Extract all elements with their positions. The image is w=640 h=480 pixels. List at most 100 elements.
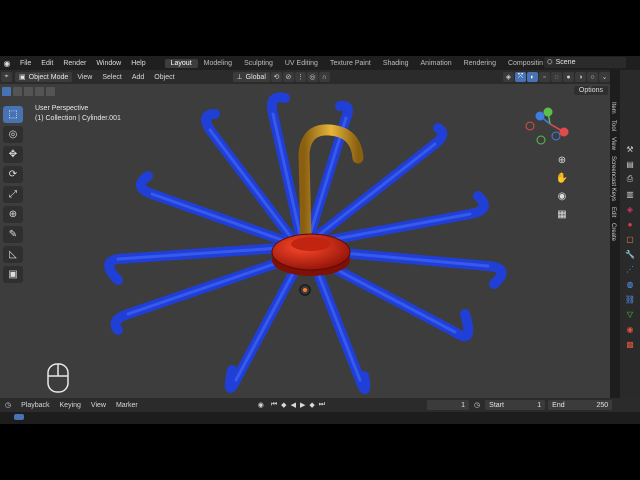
arm-9 [110, 255, 291, 335]
menu-help[interactable]: Help [126, 60, 150, 67]
world-properties-icon[interactable]: ● [625, 219, 635, 229]
n-tab-screencast-keys[interactable]: Screencast Keys [610, 156, 616, 201]
scene-properties-icon[interactable]: ◈ [625, 204, 635, 214]
cursor-tool-icon[interactable]: ◎ [3, 126, 23, 143]
timeline-scrubber[interactable] [0, 412, 640, 424]
workspace-tab-animation[interactable]: Animation [415, 59, 458, 68]
workspace-tab-uv-editing[interactable]: UV Editing [279, 59, 324, 68]
menu-edit[interactable]: Edit [36, 60, 58, 67]
particles-icon[interactable]: ⋰ [625, 264, 635, 274]
menu-render[interactable]: Render [58, 60, 91, 67]
menu-window[interactable]: Window [91, 60, 126, 67]
auto-keying-icon[interactable]: ◉ [253, 401, 269, 409]
workspace-tab-layout[interactable]: Layout [164, 58, 198, 68]
3d-viewport[interactable]: Options User Perspective (1) Collection … [0, 84, 616, 398]
menu-keying[interactable]: Keying [55, 402, 86, 409]
timeline-header: ◷ Playback Keying View Marker ◉ ⏮ ◆ ◀ ▶ … [0, 398, 640, 412]
jump-end-icon[interactable]: ⏭ [317, 401, 327, 409]
n-tab-tool[interactable]: Tool [610, 120, 616, 131]
scale-tool-icon[interactable]: ⤢ [3, 186, 23, 203]
n-tab-edit[interactable]: Edit [610, 207, 616, 217]
constraints-icon[interactable]: ⛓ [625, 294, 635, 304]
transform-orientation-selector[interactable]: ⊥ Global [232, 72, 270, 82]
top-menu-bar: ◉ File Edit Render Window Help Layout Mo… [0, 56, 640, 70]
timeline-editor-icon[interactable]: ◷ [0, 401, 16, 409]
move-tool-icon[interactable]: ✥ [3, 146, 23, 163]
object-properties-icon[interactable]: ▢ [625, 234, 635, 244]
measure-tool-icon[interactable]: ◺ [3, 246, 23, 263]
add-cube-tool-icon[interactable]: ▣ [3, 266, 23, 283]
scene-name: Scene [555, 59, 576, 66]
menu-file[interactable]: File [15, 60, 36, 67]
workspace-tab-sculpting[interactable]: Sculpting [238, 59, 279, 68]
physics-icon[interactable]: ◍ [625, 279, 635, 289]
playhead[interactable] [14, 414, 24, 420]
menu-view[interactable]: View [72, 74, 97, 81]
n-tab-item[interactable]: Item [610, 102, 616, 114]
menu-timeline-view[interactable]: View [86, 402, 111, 409]
start-label: Start [489, 401, 504, 409]
select-tool-icon[interactable]: ⬚ [3, 106, 23, 123]
xray-toggle-icon[interactable]: ▫ [539, 72, 550, 82]
shading-options-icon[interactable]: ⌄ [599, 72, 610, 82]
mode-selector[interactable]: ▣ Object Mode [15, 72, 73, 82]
workspace-tab-modeling[interactable]: Modeling [198, 59, 238, 68]
menu-add[interactable]: Add [127, 74, 149, 81]
n-tab-create[interactable]: Create [610, 223, 616, 241]
orientation-label: Global [245, 73, 266, 81]
jump-start-icon[interactable]: ⏮ [269, 401, 279, 409]
play-reverse-icon[interactable]: ◀ [289, 401, 298, 409]
tool-properties-icon[interactable]: ⚒ [625, 144, 635, 154]
prev-keyframe-icon[interactable]: ◆ [279, 401, 288, 409]
end-frame-field[interactable]: End 250 [548, 400, 613, 410]
material-properties-icon[interactable]: ◉ [625, 324, 635, 334]
material-shading-icon[interactable]: ◑ [575, 72, 586, 82]
menu-marker[interactable]: Marker [111, 402, 143, 409]
falloff-icon[interactable]: ∩ [318, 72, 330, 82]
view-layer-icon[interactable]: ▥ [625, 189, 635, 199]
pivot-point-icon[interactable]: ⟲ [270, 72, 282, 82]
texture-properties-icon[interactable]: ▩ [625, 339, 635, 349]
scene-selector[interactable]: ⛭ Scene [544, 57, 626, 68]
data-properties-icon[interactable]: ▽ [625, 309, 635, 319]
clock-icon[interactable]: ◷ [469, 401, 485, 409]
overlay-toggle-icon[interactable]: ◐ [527, 72, 538, 82]
rotate-tool-icon[interactable]: ⟳ [3, 166, 23, 183]
menu-playback[interactable]: Playback [16, 402, 54, 409]
end-label: End [552, 401, 565, 409]
modifier-properties-icon[interactable]: 🔧 [625, 249, 635, 259]
menu-object[interactable]: Object [149, 74, 179, 81]
rendered-shading-icon[interactable]: ○ [587, 72, 598, 82]
next-keyframe-icon[interactable]: ◆ [307, 401, 316, 409]
umbrella-stand-model[interactable] [0, 84, 610, 398]
workspace-tab-texture-paint[interactable]: Texture Paint [324, 59, 377, 68]
gizmo-toggle-icon[interactable]: ⤧ [515, 72, 526, 82]
camera-view-icon[interactable]: ◉ [554, 188, 570, 204]
proportional-edit-icon[interactable]: ◎ [306, 72, 318, 82]
solid-shading-icon[interactable]: ● [563, 72, 574, 82]
snap-target-icon[interactable]: ⋮ [294, 72, 306, 82]
render-properties-icon[interactable]: ▤ [625, 159, 635, 169]
navigation-gizmo [525, 107, 569, 145]
scene-icon: ⛭ [547, 58, 553, 66]
zoom-icon[interactable]: ⊕ [554, 152, 570, 168]
object-visibility-icon[interactable]: ◈ [503, 72, 514, 82]
editor-type-icon[interactable]: ⌖ [1, 72, 12, 82]
annotate-tool-icon[interactable]: ✎ [3, 226, 23, 243]
output-properties-icon[interactable]: ⎙ [625, 174, 635, 184]
workspace-tab-rendering[interactable]: Rendering [458, 59, 502, 68]
workspace-tab-compositing[interactable]: Compositin [502, 59, 549, 68]
viewport-header: ⌖ ▣ Object Mode View Select Add Object ⊥… [0, 70, 610, 84]
workspace-tab-shading[interactable]: Shading [377, 59, 415, 68]
current-frame-field[interactable]: 1 [427, 400, 470, 410]
pan-hand-icon[interactable]: ✋ [554, 170, 570, 186]
snap-icon[interactable]: ⊘ [282, 72, 294, 82]
ortho-grid-icon[interactable]: ▦ [554, 206, 570, 222]
n-tab-view[interactable]: View [610, 137, 616, 150]
transform-tool-icon[interactable]: ⊕ [3, 206, 23, 223]
play-icon[interactable]: ▶ [298, 401, 307, 409]
wireframe-shading-icon[interactable]: ◌ [551, 72, 562, 82]
start-frame-field[interactable]: Start 1 [485, 400, 546, 410]
blender-logo-icon[interactable]: ◉ [2, 58, 12, 68]
menu-select[interactable]: Select [97, 74, 126, 81]
